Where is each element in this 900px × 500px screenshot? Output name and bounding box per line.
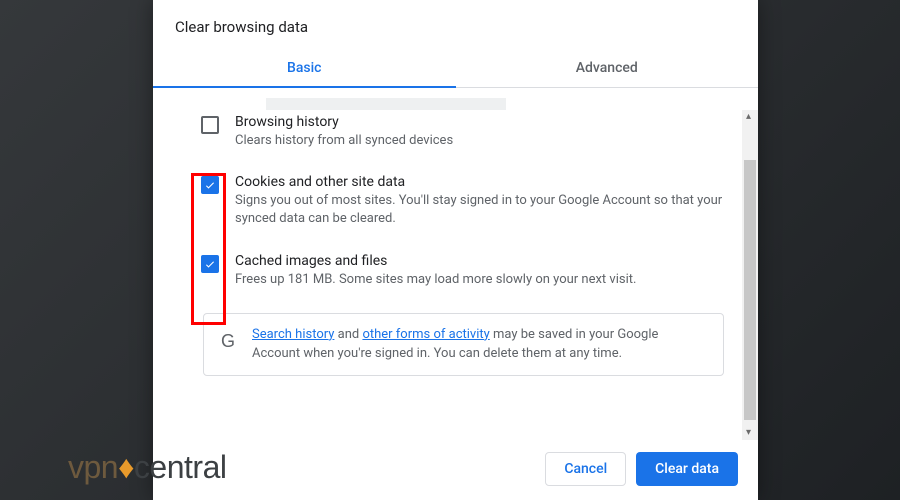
scrollbar[interactable]: ▴ ▾ — [742, 110, 758, 440]
check-icon — [204, 179, 216, 191]
scroll-down-icon[interactable]: ▾ — [746, 429, 754, 437]
google-icon: G — [218, 328, 238, 348]
option-title: Cached images and files — [235, 253, 636, 269]
cancel-button[interactable]: Cancel — [545, 452, 626, 486]
option-desc: Clears history from all synced devices — [235, 132, 453, 150]
notice-text: Search history and other forms of activi… — [252, 326, 709, 364]
scroll-up-icon[interactable]: ▴ — [746, 113, 754, 121]
option-title: Browsing history — [235, 114, 453, 130]
checkbox-cookies[interactable] — [201, 176, 219, 194]
tab-advanced[interactable]: Advanced — [456, 50, 759, 88]
pin-icon: ♦ — [118, 449, 134, 486]
watermark-logo: vpn♦central — [68, 449, 226, 486]
dialog-title: Clear browsing data — [153, 0, 758, 50]
clear-browsing-data-dialog: Clear browsing data Basic Advanced Brows… — [153, 0, 758, 500]
tab-underline — [153, 86, 456, 89]
other-activity-link[interactable]: other forms of activity — [362, 327, 489, 342]
option-desc: Signs you out of most sites. You'll stay… — [235, 192, 726, 228]
tab-basic[interactable]: Basic — [153, 50, 456, 88]
dialog-footer: Cancel Clear data — [153, 438, 758, 500]
google-account-notice: G Search history and other forms of acti… — [203, 313, 724, 377]
checkbox-browsing-history[interactable] — [201, 116, 219, 134]
clear-data-button[interactable]: Clear data — [636, 452, 738, 486]
check-icon — [204, 258, 216, 270]
option-browsing-history: Browsing history Clears history from all… — [201, 114, 726, 150]
tabs: Basic Advanced — [153, 50, 758, 88]
options-content: Browsing history Clears history from all… — [153, 88, 758, 438]
checkbox-cache[interactable] — [201, 255, 219, 273]
option-cookies: Cookies and other site data Signs you ou… — [201, 174, 726, 228]
search-history-link[interactable]: Search history — [252, 327, 334, 342]
scroll-thumb[interactable] — [744, 160, 756, 420]
option-desc: Frees up 181 MB. Some sites may load mor… — [235, 271, 636, 289]
option-title: Cookies and other site data — [235, 174, 726, 190]
option-cache: Cached images and files Frees up 181 MB.… — [201, 253, 726, 289]
